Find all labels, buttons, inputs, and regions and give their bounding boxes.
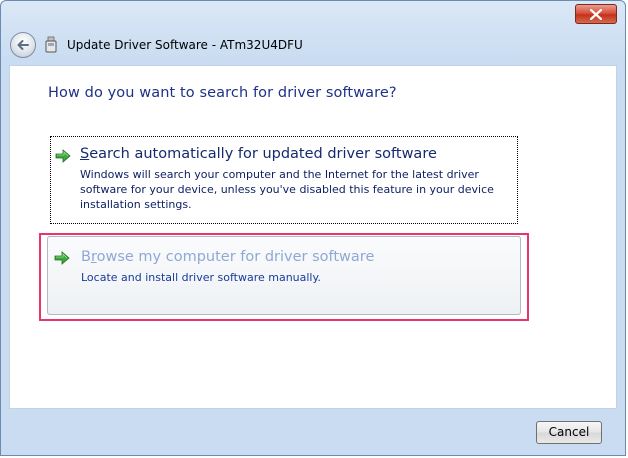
green-arrow-icon bbox=[54, 251, 70, 265]
footer: Cancel bbox=[1, 411, 625, 455]
option-title-rest: earch automatically for updated driver s… bbox=[89, 146, 437, 162]
option-title-rest: owse my computer for driver software bbox=[96, 249, 375, 265]
close-button[interactable] bbox=[575, 4, 617, 24]
option-title: Search automatically for updated driver … bbox=[80, 146, 437, 162]
option-description: Windows will search your computer and th… bbox=[80, 168, 494, 211]
green-arrow-icon bbox=[55, 149, 71, 163]
option-title: Browse my computer for driver software bbox=[81, 249, 374, 265]
option-title-first: B bbox=[81, 249, 91, 265]
cancel-button[interactable]: Cancel bbox=[536, 421, 602, 444]
back-arrow-icon bbox=[17, 40, 29, 50]
content-area: How do you want to search for driver sof… bbox=[9, 65, 617, 409]
device-icon bbox=[45, 36, 57, 53]
browse-computer-option[interactable]: Browse my computer for driver software L… bbox=[47, 236, 521, 315]
window-title: Update Driver Software - ATm32U4DFU bbox=[67, 38, 303, 52]
back-button[interactable] bbox=[10, 32, 36, 58]
search-automatically-option[interactable]: Search automatically for updated driver … bbox=[50, 136, 518, 224]
close-icon bbox=[590, 9, 602, 20]
option-title-accel: S bbox=[80, 146, 90, 162]
page-heading: How do you want to search for driver sof… bbox=[48, 85, 397, 101]
dialog-window: Update Driver Software - ATm32U4DFU How … bbox=[0, 0, 626, 456]
title-bar: Update Driver Software - ATm32U4DFU bbox=[1, 1, 625, 65]
option-description: Locate and install driver software manua… bbox=[81, 271, 321, 284]
